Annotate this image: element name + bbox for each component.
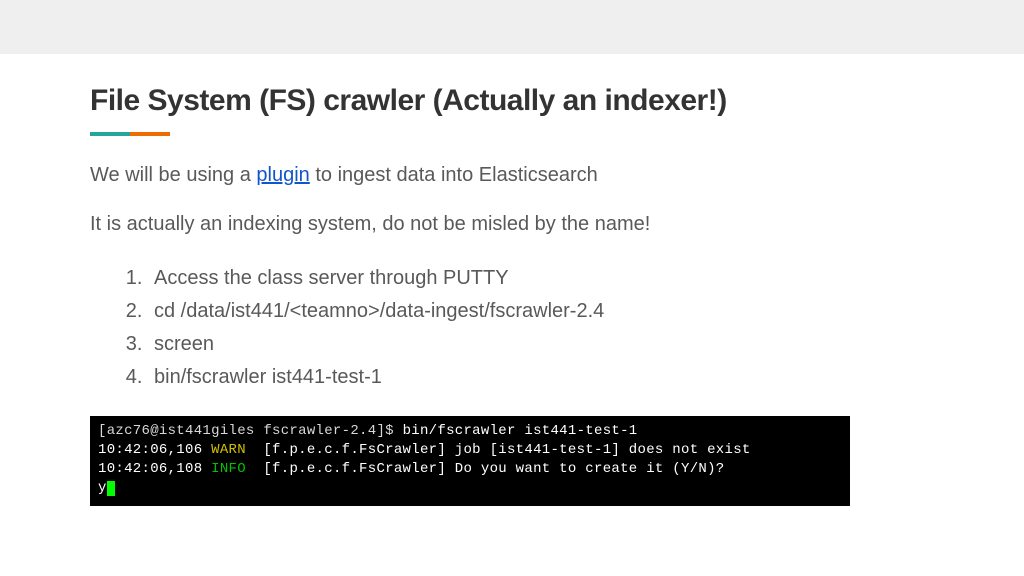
paragraph-2: It is actually an indexing system, do no… (90, 213, 934, 236)
plugin-link[interactable]: plugin (256, 164, 309, 186)
steps-list: Access the class server through PUTTY cd… (148, 262, 934, 394)
term-input: y (98, 480, 107, 496)
step-1: Access the class server through PUTTY (148, 262, 934, 295)
term-command: bin/fscrawler ist441-test-1 (403, 423, 638, 439)
term-l2-level: WARN (211, 442, 246, 458)
term-l2-time: 10:42:06,106 (98, 442, 211, 458)
accent-teal (90, 132, 130, 136)
para1-prefix: We will be using a (90, 164, 256, 186)
paragraph-1: We will be using a plugin to ingest data… (90, 164, 934, 187)
step-4: bin/fscrawler ist441-test-1 (148, 361, 934, 394)
term-l3-level: INFO (211, 461, 246, 477)
step-2: cd /data/ist441/<teamno>/data-ingest/fsc… (148, 295, 934, 328)
term-prompt: [azc76@ist441giles fscrawler-2.4]$ (98, 423, 403, 439)
terminal-output: [azc76@ist441giles fscrawler-2.4]$ bin/f… (90, 416, 850, 506)
term-l3-time: 10:42:06,108 (98, 461, 211, 477)
terminal-cursor-icon (107, 481, 115, 496)
para1-suffix: to ingest data into Elasticsearch (310, 164, 598, 186)
term-l2-rest: [f.p.e.c.f.FsCrawler] job [ist441-test-1… (246, 442, 751, 458)
slide-title: File System (FS) crawler (Actually an in… (90, 84, 934, 118)
step-3: screen (148, 328, 934, 361)
accent-divider (90, 132, 934, 136)
top-bar (0, 0, 1024, 54)
slide-body: File System (FS) crawler (Actually an in… (0, 54, 1024, 506)
term-l3-rest: [f.p.e.c.f.FsCrawler] Do you want to cre… (246, 461, 725, 477)
accent-orange (130, 132, 170, 136)
